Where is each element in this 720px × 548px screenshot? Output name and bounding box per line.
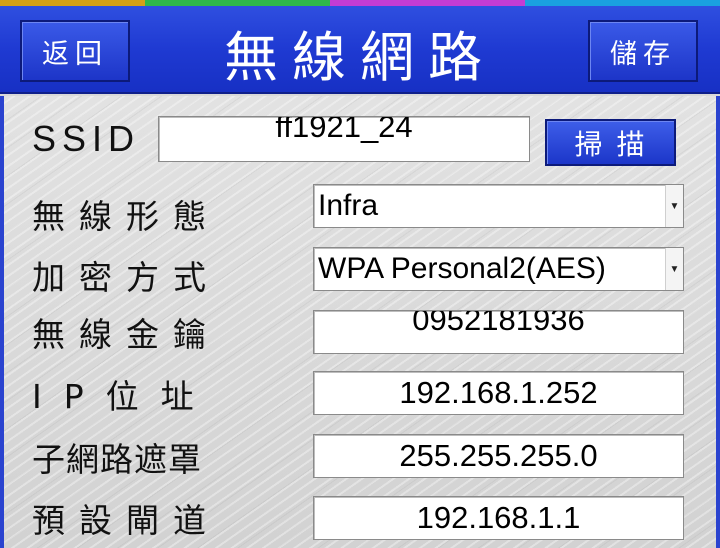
ssid-input[interactable]: ff1921_24	[158, 116, 530, 162]
ip-address-input[interactable]: 192.168.1.252	[313, 371, 684, 415]
subnet-mask-label: 子網路遮罩	[32, 440, 202, 479]
subnet-mask-input[interactable]: 255.255.255.0	[313, 434, 684, 478]
panel-edge-right	[716, 96, 720, 548]
encryption-value: WPA Personal2(AES)	[318, 252, 606, 285]
wireless-key-input[interactable]: 0952181936	[313, 310, 684, 354]
encryption-label: 加密方式	[32, 258, 220, 297]
gateway-value: 192.168.1.1	[416, 500, 581, 535]
gateway-label: 預設閘道	[32, 501, 220, 540]
save-button[interactable]: 儲存	[588, 20, 698, 82]
chevron-down-icon[interactable]: ▼	[665, 248, 683, 290]
gateway-input[interactable]: 192.168.1.1	[313, 496, 684, 540]
subnet-mask-value: 255.255.255.0	[399, 438, 598, 473]
ssid-label: SSID	[32, 118, 141, 159]
wireless-mode-select[interactable]: Infra ▼	[313, 184, 684, 228]
ssid-value: ff1921_24	[275, 116, 413, 144]
wireless-key-label: 無線金鑰	[32, 315, 220, 354]
wireless-mode-value: Infra	[318, 189, 379, 222]
encryption-select[interactable]: WPA Personal2(AES) ▼	[313, 247, 684, 291]
scan-button[interactable]: 掃描	[545, 119, 676, 166]
wireless-key-value: 0952181936	[412, 310, 585, 337]
page-title: 無線網路	[224, 25, 496, 89]
chevron-down-icon[interactable]: ▼	[665, 185, 683, 227]
header-bar: 返回 無線網路 儲存	[0, 6, 720, 94]
back-button[interactable]: 返回	[20, 20, 130, 82]
ip-address-value: 192.168.1.252	[399, 375, 598, 410]
wireless-mode-label: 無線形態	[32, 197, 220, 236]
panel-edge-left	[0, 96, 4, 548]
ip-address-label: IP位址	[32, 377, 216, 416]
